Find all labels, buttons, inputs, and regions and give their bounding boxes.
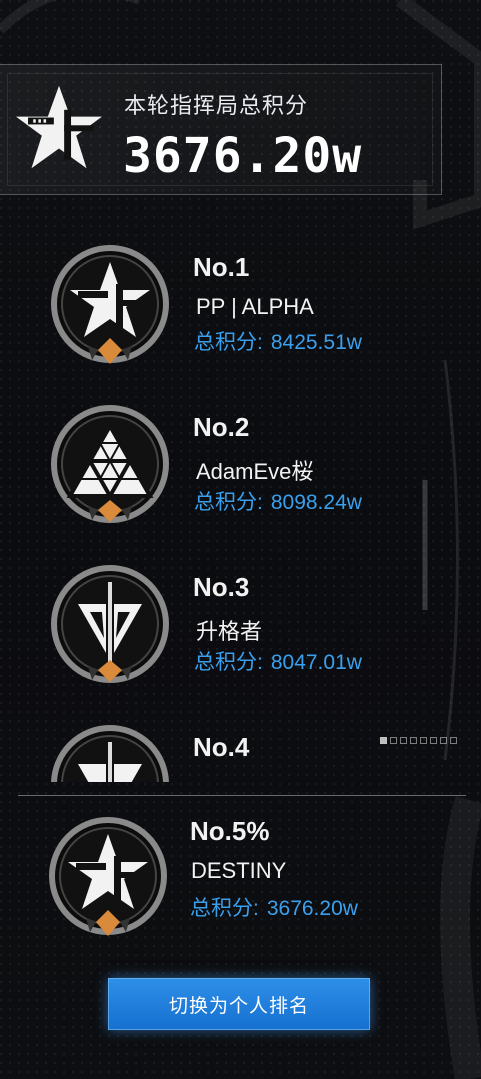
page-dot[interactable] xyxy=(410,737,417,744)
sword-emblem-icon xyxy=(51,725,169,782)
score-value: 8047.01w xyxy=(270,651,362,674)
page-dot[interactable] xyxy=(450,737,457,744)
rank-number: No.4 xyxy=(193,732,250,762)
total-score-value: 3676.20w xyxy=(123,128,363,184)
page-indicator[interactable] xyxy=(380,737,457,747)
rank-number: No.1 xyxy=(193,252,250,282)
score-label: 总积分: xyxy=(194,491,263,514)
score-value: 8098.24w xyxy=(270,491,362,514)
sword-emblem-icon xyxy=(51,565,169,683)
page-dot[interactable] xyxy=(440,737,447,744)
rank-number: No.5% xyxy=(190,816,270,846)
player-name: 升格者 xyxy=(196,619,263,644)
player-name: AdamEve桜 xyxy=(196,459,314,484)
score-value: 8425.51w xyxy=(270,331,362,354)
ranking-list[interactable]: No.1 PP | ALPHA 总积分: 8425.51w No.2 AdamEv… xyxy=(0,230,481,782)
my-ranking-item[interactable]: No.5% DESTINY 总积分: 3676.20w xyxy=(0,806,481,956)
score-row: 总积分: 8047.01w xyxy=(194,646,362,676)
score-value: 3676.20w xyxy=(266,897,358,920)
page-dot[interactable] xyxy=(380,737,387,744)
rank-number: No.2 xyxy=(193,412,250,442)
score-label: 总积分: xyxy=(190,897,259,920)
list-item[interactable]: No.3 升格者 总积分: 8047.01w xyxy=(0,550,481,710)
score-label: 总积分: xyxy=(194,331,263,354)
list-item[interactable]: No.1 PP | ALPHA 总积分: 8425.51w xyxy=(0,230,481,390)
star-emblem-icon xyxy=(49,817,167,936)
page-dot[interactable] xyxy=(420,737,427,744)
page-dot[interactable] xyxy=(430,737,437,744)
player-name: DESTINY xyxy=(191,858,287,883)
star-emblem-icon xyxy=(16,85,102,169)
player-name: PP | ALPHA xyxy=(196,294,314,319)
rank-number: No.3 xyxy=(193,572,250,602)
triangle-emblem-icon xyxy=(51,405,169,523)
score-row: 总积分: 8098.24w xyxy=(194,486,362,516)
list-item[interactable]: No.2 AdamEve桜 总积分: 8098.24w xyxy=(0,390,481,550)
switch-to-personal-ranking-button[interactable]: 切换为个人排名 xyxy=(108,978,370,1030)
score-label: 总积分: xyxy=(194,651,263,674)
total-score-label: 本轮指挥局总积分 xyxy=(124,93,309,118)
star-emblem-icon xyxy=(51,245,169,364)
page-dot[interactable] xyxy=(390,737,397,744)
score-row: 总积分: 3676.20w xyxy=(190,892,358,922)
divider xyxy=(18,795,466,796)
score-row: 总积分: 8425.51w xyxy=(194,326,362,356)
page-dot[interactable] xyxy=(400,737,407,744)
